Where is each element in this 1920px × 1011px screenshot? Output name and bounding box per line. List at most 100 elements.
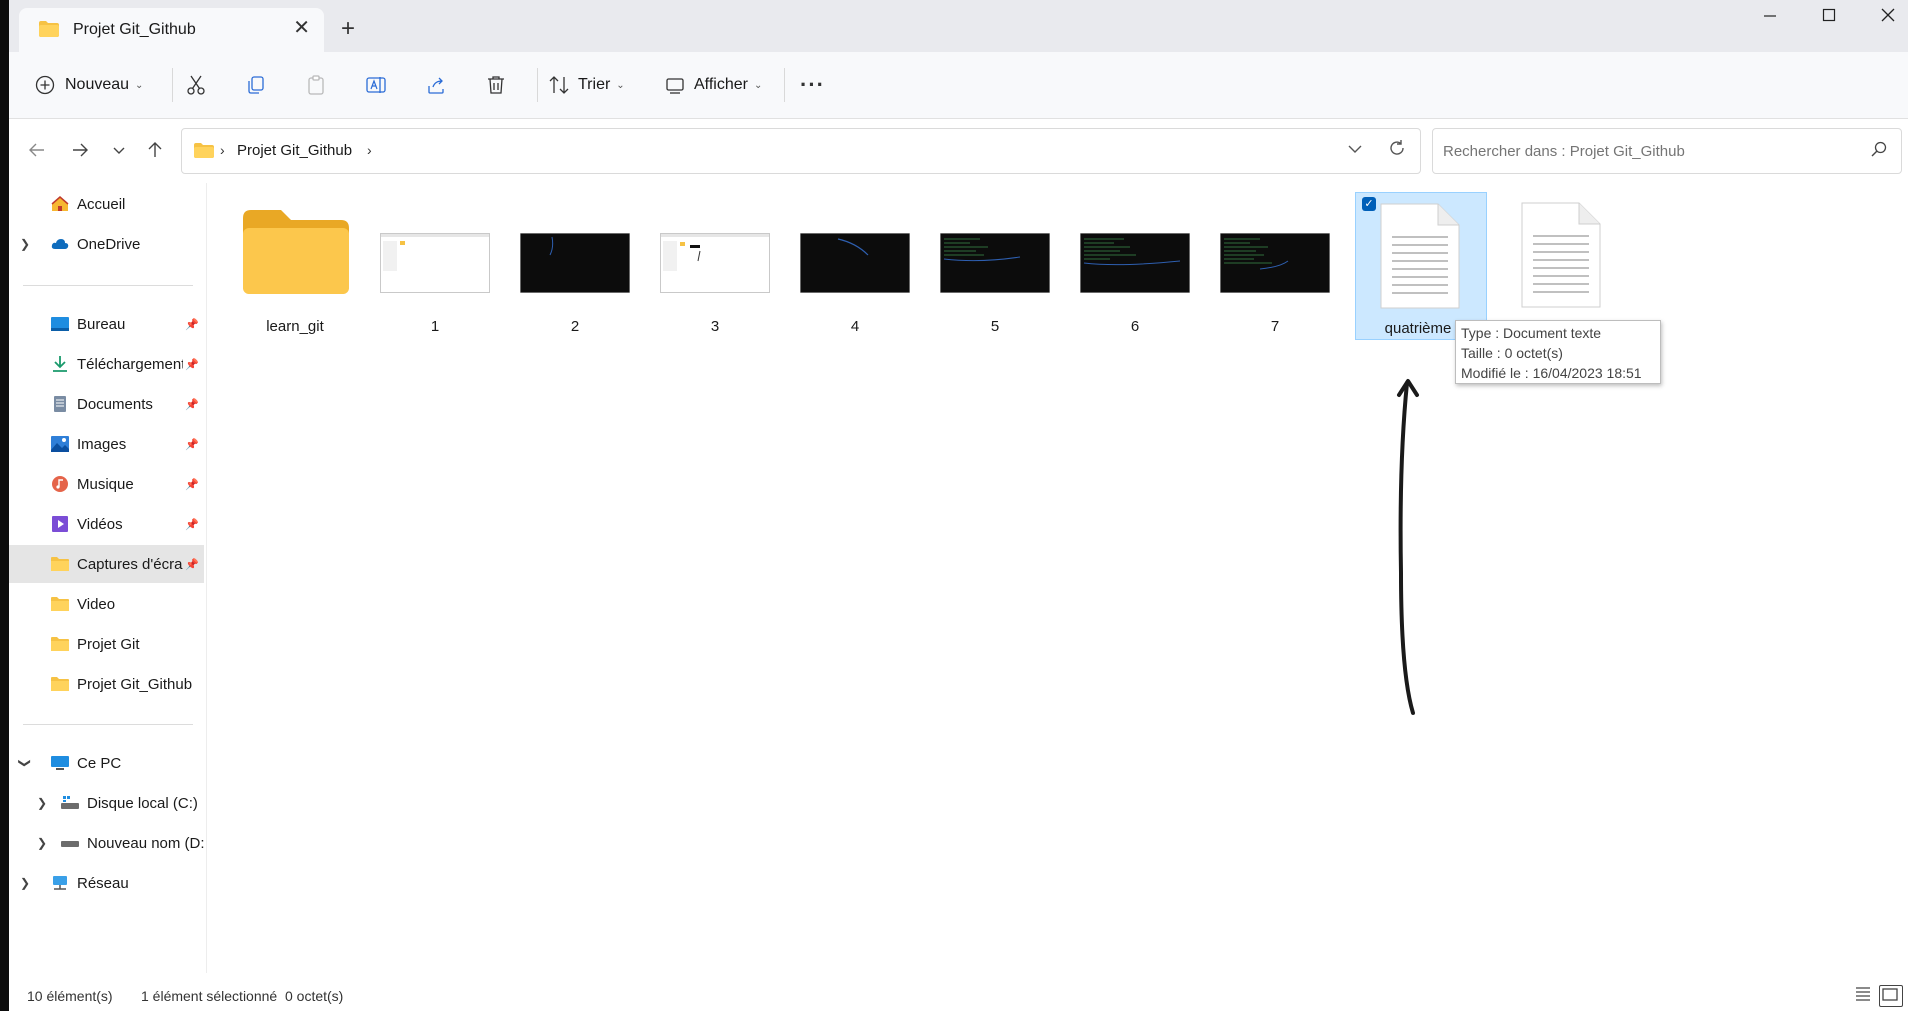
- file-item-text-document-selected[interactable]: ✓ quatrième: [1355, 192, 1487, 340]
- chevron-down-icon: [113, 147, 125, 154]
- breadcrumb-projet-git-github[interactable]: Projet Git_Github: [237, 142, 352, 159]
- network-icon: [53, 876, 67, 890]
- close-tab-icon[interactable]: ✕: [293, 18, 310, 38]
- large-icons-view-button[interactable]: [1879, 985, 1903, 1007]
- minimize-button[interactable]: [1750, 8, 1790, 32]
- minimize-icon: [1764, 15, 1776, 17]
- sidebar-divider: [23, 724, 193, 725]
- view-button[interactable]: Afficher ⌄: [664, 52, 762, 118]
- selection-checkbox[interactable]: ✓: [1362, 197, 1376, 211]
- item-count: 10 élément(s): [27, 988, 113, 1004]
- address-bar[interactable]: › Projet Git_Github ›: [181, 128, 1421, 174]
- paste-button[interactable]: [305, 52, 327, 118]
- new-button[interactable]: Nouveau ⌄: [35, 52, 143, 118]
- sidebar-item-ce-pc[interactable]: ❯ Ce PC: [9, 744, 204, 782]
- search-input[interactable]: [1441, 139, 1845, 163]
- sidebar-item-disque-local-c[interactable]: ❯ Disque local (C:): [9, 784, 204, 822]
- file-item-screenshot[interactable]: 1: [375, 193, 495, 335]
- breadcrumb-chevron-icon[interactable]: ›: [367, 142, 372, 158]
- copy-icon: [248, 76, 264, 94]
- tab-projet-git-github[interactable]: Projet Git_Github ✕: [19, 8, 324, 52]
- file-item-screenshot[interactable]: 6: [1075, 193, 1195, 335]
- search-icon[interactable]: [1871, 141, 1887, 157]
- tab-title: Projet Git_Github: [73, 21, 196, 38]
- toolbar-divider: [537, 68, 538, 102]
- folder-icon: [51, 637, 69, 651]
- file-item-screenshot[interactable]: 2: [515, 193, 635, 335]
- ellipsis-icon: ···: [800, 72, 825, 97]
- sidebar-item-projet-git[interactable]: Projet Git: [9, 625, 204, 663]
- drive-icon: [61, 796, 79, 809]
- screenshot-thumbnail: [520, 233, 630, 293]
- sidebar-item-telechargements[interactable]: Téléchargements 📌: [9, 345, 204, 383]
- pin-icon: 📌: [185, 358, 199, 371]
- sidebar-item-projet-git-github[interactable]: Projet Git_Github: [9, 665, 204, 703]
- pin-icon: 📌: [185, 438, 199, 451]
- sidebar-item-documents[interactable]: Documents 📌: [9, 385, 204, 423]
- delete-button[interactable]: [485, 52, 507, 118]
- cut-button[interactable]: [185, 52, 207, 118]
- sidebar-item-video[interactable]: Video: [9, 585, 204, 623]
- address-history-dropdown[interactable]: [1348, 142, 1362, 159]
- sidebar-item-label: Images: [77, 435, 127, 453]
- refresh-button[interactable]: [1388, 139, 1406, 162]
- file-item-screenshot[interactable]: 3: [655, 193, 775, 335]
- file-name: quatrième: [1384, 320, 1452, 337]
- file-item-screenshot[interactable]: 4: [795, 193, 915, 335]
- rename-button[interactable]: [365, 52, 387, 118]
- chevron-right-icon[interactable]: ❯: [20, 876, 30, 890]
- annotation-arrow: [1397, 379, 1419, 715]
- close-window-button[interactable]: [1868, 8, 1908, 32]
- maximize-button[interactable]: [1809, 8, 1849, 32]
- arrow-up-icon: [148, 142, 162, 157]
- pc-icon: [51, 756, 69, 770]
- sidebar-item-onedrive[interactable]: ❯ OneDrive: [9, 225, 204, 263]
- sidebar-item-label: Video: [77, 595, 116, 613]
- sidebar-item-reseau[interactable]: ❯ Réseau: [9, 864, 204, 902]
- sidebar-item-captures-ecran[interactable]: Captures d'écran 📌: [9, 545, 204, 583]
- sidebar-item-bureau[interactable]: Bureau 📌: [9, 305, 204, 343]
- command-bar: Nouveau ⌄ Trier ⌄ Afficher ⌄ ···: [9, 52, 1908, 119]
- sidebar-item-label: Téléchargements: [77, 355, 183, 373]
- file-item-screenshot[interactable]: 7: [1215, 193, 1335, 335]
- sidebar-item-videos[interactable]: Vidéos 📌: [9, 505, 204, 543]
- background-terminal-edge: [0, 0, 9, 1011]
- file-item-text-document[interactable]: [1497, 192, 1627, 338]
- chevron-down-icon[interactable]: ❯: [18, 758, 32, 768]
- title-bar: Projet Git_Github ✕ +: [9, 0, 1908, 52]
- view-label: Afficher: [694, 76, 748, 93]
- new-tab-button[interactable]: +: [341, 17, 355, 41]
- arrow-left-icon: [29, 143, 44, 157]
- forward-button[interactable]: [71, 141, 89, 162]
- share-icon: [428, 77, 444, 94]
- file-name: 6: [1130, 318, 1140, 335]
- back-button[interactable]: [28, 141, 46, 162]
- chevron-right-icon[interactable]: ❯: [20, 237, 30, 251]
- navigation-pane: Accueil ❯ OneDrive Bureau 📌 Téléchargeme…: [9, 183, 207, 973]
- sidebar-divider: [23, 285, 193, 286]
- tooltip-size: Taille : 0 octet(s): [1461, 345, 1563, 361]
- sidebar-item-nouveau-nom-d[interactable]: ❯ Nouveau nom (D:): [9, 824, 204, 862]
- details-view-button[interactable]: [1854, 985, 1876, 1005]
- up-button[interactable]: [146, 141, 164, 162]
- folder-icon: [51, 677, 69, 691]
- chevron-right-icon[interactable]: ❯: [37, 836, 47, 850]
- file-name: 3: [710, 318, 720, 335]
- chevron-right-icon[interactable]: ❯: [37, 796, 47, 810]
- document-icon: [54, 396, 66, 412]
- file-item-screenshot[interactable]: 5: [935, 193, 1055, 335]
- share-button[interactable]: [425, 52, 447, 118]
- recent-locations-button[interactable]: [112, 141, 126, 162]
- cloud-icon: [51, 239, 69, 249]
- more-options-button[interactable]: ···: [800, 52, 825, 118]
- pin-icon: 📌: [185, 518, 199, 531]
- sort-button[interactable]: Trier ⌄: [548, 52, 625, 118]
- sidebar-item-images[interactable]: Images 📌: [9, 425, 204, 463]
- selection-info: 1 élément sélectionné 0 octet(s): [141, 988, 344, 1004]
- chevron-down-icon: [1348, 145, 1362, 153]
- sidebar-item-musique[interactable]: Musique 📌: [9, 465, 204, 503]
- search-box[interactable]: [1432, 128, 1902, 174]
- copy-button[interactable]: [245, 52, 267, 118]
- sidebar-item-accueil[interactable]: Accueil: [9, 185, 204, 223]
- file-item-folder[interactable]: learn_git: [235, 193, 355, 335]
